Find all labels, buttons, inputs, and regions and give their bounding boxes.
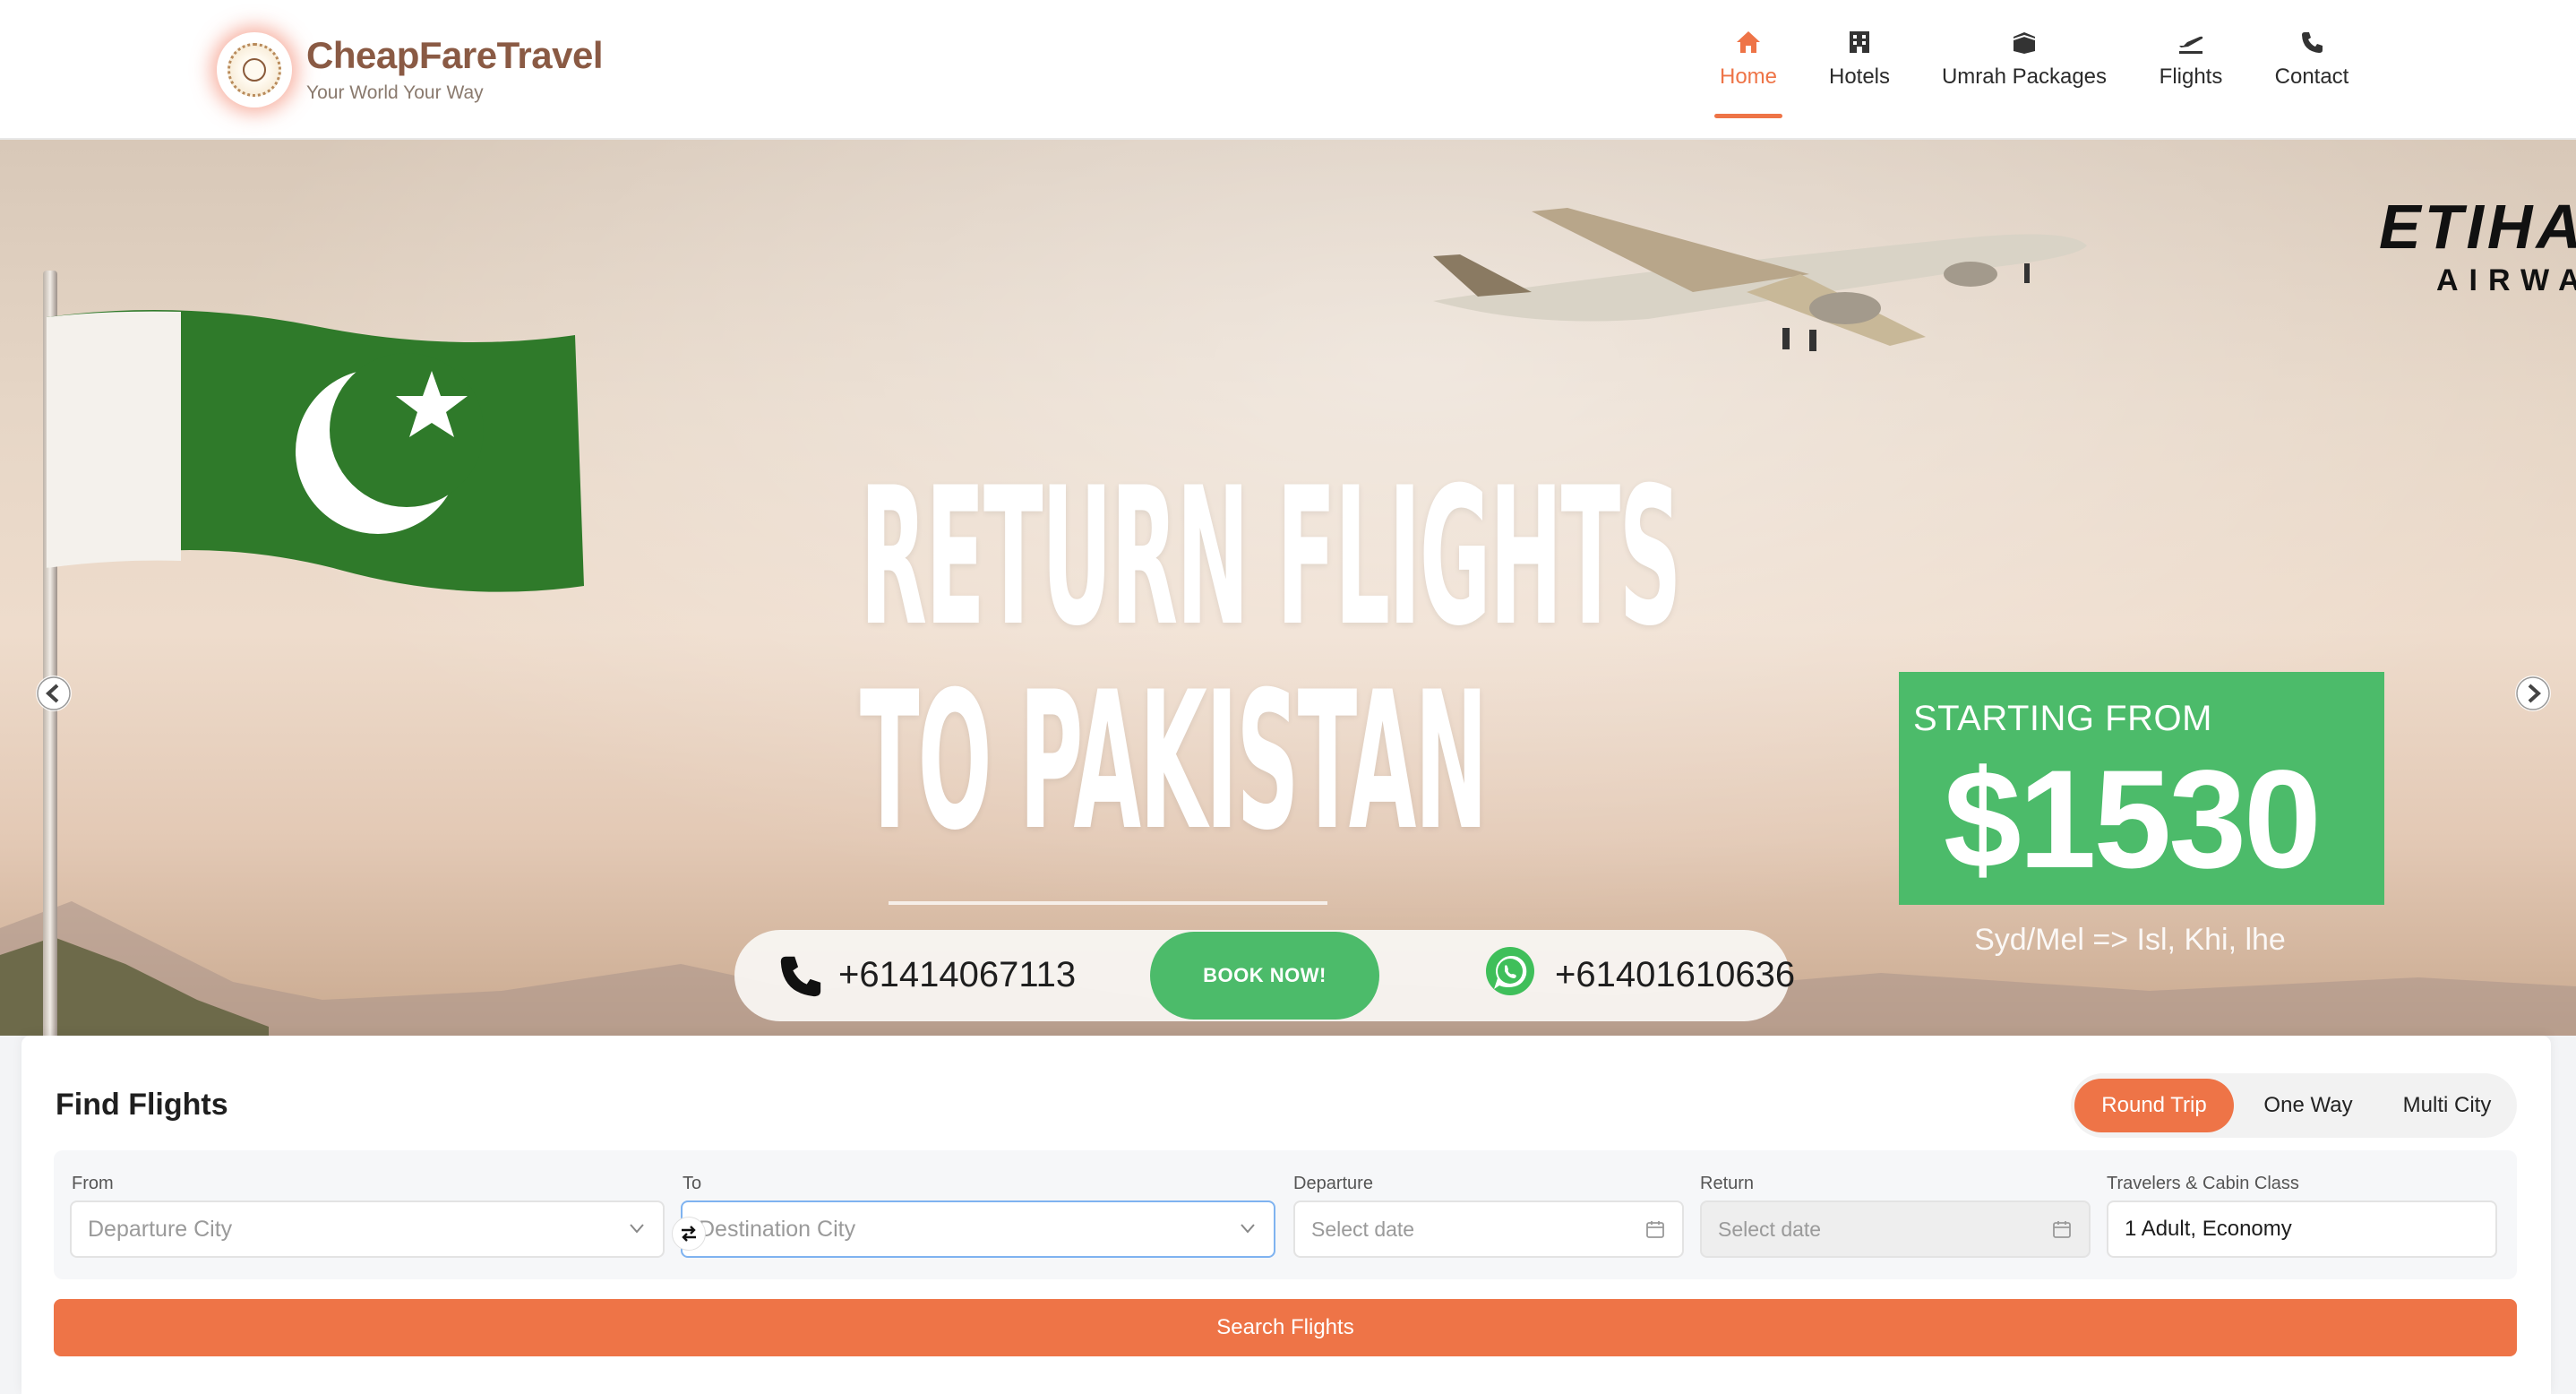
chevron-right-icon	[2516, 676, 2550, 710]
trip-one-way[interactable]: One Way	[2241, 1079, 2375, 1132]
trip-round-trip[interactable]: Round Trip	[2074, 1079, 2234, 1132]
headline-divider	[889, 901, 1327, 905]
brand-logo[interactable]	[217, 32, 292, 108]
to-select[interactable]: Destination City	[681, 1200, 1275, 1258]
airline-logo: ETIHA AIRWA	[2379, 195, 2576, 298]
nav-umrah-label: Umrah Packages	[1941, 65, 2108, 89]
swap-cities-button[interactable]	[672, 1217, 706, 1251]
nav-flights-label: Flights	[2159, 65, 2223, 89]
pakistan-flag	[47, 310, 584, 592]
book-now-button[interactable]: BOOK NOW!	[1150, 932, 1379, 1020]
chevron-left-icon	[37, 676, 71, 710]
search-fields-row: From Departure City To Destination City …	[54, 1150, 2517, 1279]
whatsapp-icon	[1483, 944, 1537, 1002]
brand-name[interactable]: CheapFareTravel	[306, 34, 604, 77]
hotel-icon	[1847, 25, 1872, 59]
from-select[interactable]: Departure City	[70, 1200, 665, 1258]
nav-contact[interactable]: Contact	[2270, 25, 2354, 118]
nav-home-label: Home	[1719, 65, 1778, 89]
phone-number[interactable]: +61414067113	[838, 955, 1076, 995]
route-text: Syd/Mel => Isl, Khi, lhe	[1974, 923, 2286, 957]
hero-banner[interactable]: ETIHA AIRWA RETURN FLIGHTS TO PAKISTAN +…	[0, 140, 2576, 1036]
contact-bar: +61414067113 BOOK NOW! +61401610636	[734, 930, 1795, 1021]
trip-type-toggle: Round Trip One Way Multi City	[2071, 1073, 2517, 1138]
brand-tagline: Your World Your Way	[306, 82, 484, 103]
headline-line-1: RETURN FLIGHTS	[860, 446, 1682, 667]
kaaba-icon	[2011, 25, 2038, 59]
nav-hotels[interactable]: Hotels	[1824, 25, 1895, 118]
nav-contact-label: Contact	[2274, 65, 2349, 89]
airline-logo-line1: ETIHA	[2379, 192, 2576, 262]
nav-umrah-packages[interactable]: Umrah Packages	[1936, 25, 2112, 118]
calendar-icon	[1646, 1221, 1664, 1238]
headline-line-2: TO PAKISTAN	[860, 650, 1488, 872]
carousel-prev-button[interactable]	[36, 675, 72, 711]
from-placeholder: Departure City	[88, 1216, 233, 1242]
travelers-value: 1 Adult, Economy	[2125, 1217, 2292, 1241]
nav-flights[interactable]: Flights	[2153, 25, 2228, 118]
price-prefix: STARTING FROM	[1913, 699, 2212, 738]
return-date-input[interactable]: Select date	[1700, 1200, 2091, 1258]
price-promo: STARTING FROM $1530	[1899, 672, 2384, 905]
carousel-next-button[interactable]	[2515, 675, 2551, 711]
chevron-down-icon	[630, 1224, 644, 1234]
whatsapp-number[interactable]: +61401610636	[1555, 955, 1795, 995]
calendar-icon	[2053, 1221, 2071, 1238]
return-placeholder: Select date	[1718, 1217, 1822, 1241]
site-header: CheapFareTravel Your World Your Way Home…	[0, 0, 2576, 140]
departure-placeholder: Select date	[1311, 1217, 1415, 1241]
phone-icon	[776, 950, 824, 1006]
nav-active-indicator	[1714, 114, 1782, 118]
nav-home[interactable]: Home	[1714, 25, 1782, 118]
find-flights-card: Find Flights Round Trip One Way Multi Ci…	[21, 1036, 2551, 1394]
to-placeholder: Destination City	[699, 1216, 856, 1242]
phone-icon	[2299, 25, 2324, 59]
nav-hotels-label: Hotels	[1828, 65, 1891, 89]
travelers-label: Travelers & Cabin Class	[2107, 1174, 2299, 1193]
airplane-image	[1433, 208, 2087, 351]
home-icon	[1735, 25, 1762, 59]
trip-multi-city[interactable]: Multi City	[2381, 1079, 2513, 1132]
departure-date-input[interactable]: Select date	[1293, 1200, 1684, 1258]
chevron-down-icon	[1241, 1224, 1255, 1234]
from-label: From	[72, 1174, 114, 1193]
price-amount: $1530	[1944, 742, 2322, 898]
travelers-cabin-select[interactable]: 1 Adult, Economy	[2107, 1200, 2497, 1258]
plane-takeoff-icon	[2177, 25, 2205, 59]
to-label: To	[683, 1174, 702, 1193]
departure-label: Departure	[1293, 1174, 1373, 1193]
search-flights-button[interactable]: Search Flights	[54, 1299, 2517, 1356]
airline-logo-line2: AIRWA	[2436, 263, 2576, 297]
swap-icon	[682, 1226, 696, 1242]
find-flights-title: Find Flights	[56, 1088, 228, 1122]
return-label: Return	[1700, 1174, 1755, 1193]
